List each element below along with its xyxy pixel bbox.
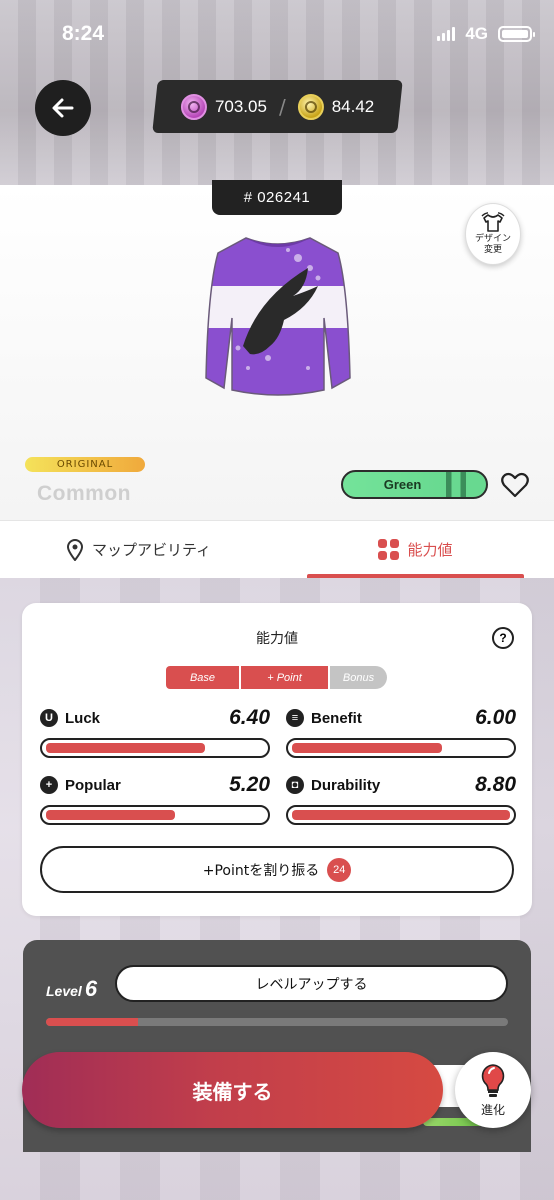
rarity-label: Common: [37, 482, 131, 505]
stat-mode-selector: Base + Point Bonus: [166, 666, 387, 689]
stat-luck-bar: [40, 738, 270, 758]
tab-stats[interactable]: 能力値: [277, 521, 554, 578]
tab-map-ability-label: マップアビリティ: [91, 541, 212, 559]
segment-base[interactable]: Base: [166, 666, 239, 689]
stat-popular-bar: [40, 805, 270, 825]
assign-points-label: +Pointを割り振る: [202, 862, 320, 879]
stat-luck: U Luck 6.40: [40, 705, 270, 758]
luck-icon: U: [40, 709, 58, 727]
status-indicators: 4G: [437, 24, 535, 44]
stat-durability-bar: [286, 805, 516, 825]
coin-balance: 84.42: [331, 96, 375, 116]
battery-icon: [498, 26, 535, 42]
level-value: 6: [84, 976, 98, 1001]
lightbulb-icon: [481, 1063, 505, 1097]
level-up-button[interactable]: レベルアップする: [115, 965, 508, 1002]
stat-benefit: ≡ Benefit 6.00: [286, 705, 516, 758]
stat-popular-value: 5.20: [229, 773, 270, 796]
evolve-button[interactable]: 進化: [455, 1052, 531, 1128]
level-label: Level: [46, 983, 82, 999]
signal-icon: [437, 27, 456, 41]
equip-button[interactable]: 装備する: [22, 1052, 443, 1128]
gold-coin-icon: [297, 93, 324, 120]
stat-benefit-label: Benefit: [311, 709, 362, 727]
shirt-swap-icon: [481, 212, 505, 232]
sweater-image: [205, 237, 351, 396]
durability-icon: ◘: [286, 776, 304, 794]
currency-balance: 703.05 / 84.42: [152, 80, 403, 133]
arrow-left-icon: [52, 98, 74, 118]
original-badge: ORIGINAL: [25, 457, 145, 472]
color-type-chip: Green: [341, 470, 488, 499]
level-indicator: Level 6: [46, 976, 97, 1002]
stat-popular: + Popular 5.20: [40, 772, 270, 825]
benefit-icon: ≡: [286, 709, 304, 727]
gem-balance: 703.05: [214, 96, 267, 116]
stat-luck-value: 6.40: [229, 706, 270, 729]
tab-stats-label: 能力値: [407, 541, 453, 559]
stats-card: 能力値 ? Base + Point Bonus U Luck 6.40 ≡ Ben…: [22, 603, 532, 916]
points-count-badge: 24: [327, 857, 352, 882]
back-button[interactable]: [35, 80, 91, 136]
assign-points-button[interactable]: +Pointを割り振る 24: [40, 846, 514, 893]
heart-icon[interactable]: [501, 472, 529, 498]
currency-divider: /: [278, 94, 286, 119]
design-change-button[interactable]: デザイン 変更: [465, 203, 521, 265]
tab-bar: マップアビリティ 能力値: [0, 520, 554, 578]
stat-durability: ◘ Durability 8.80: [286, 772, 516, 825]
stat-benefit-bar: [286, 738, 516, 758]
gem-token-icon: [180, 93, 207, 120]
stat-luck-label: Luck: [65, 709, 101, 727]
stats-card-title: 能力値: [256, 631, 298, 647]
evolve-label: 進化: [480, 1102, 505, 1117]
grid-icon: [378, 539, 400, 560]
status-time: 8:24: [62, 22, 105, 45]
map-pin-icon: [66, 538, 83, 561]
item-id: # 026241: [212, 180, 342, 215]
stat-durability-value: 8.80: [475, 773, 516, 796]
segment-point[interactable]: + Point: [241, 666, 328, 689]
stat-durability-label: Durability: [311, 776, 381, 794]
help-icon[interactable]: ?: [492, 627, 514, 649]
level-progress-bar: [46, 1018, 508, 1026]
stat-popular-label: Popular: [65, 776, 121, 794]
network-type: 4G: [465, 24, 488, 43]
stat-benefit-value: 6.00: [475, 706, 516, 729]
popular-icon: +: [40, 776, 58, 794]
design-change-label: デザイン 変更: [474, 234, 511, 255]
segment-bonus[interactable]: Bonus: [330, 666, 387, 689]
tab-map-ability[interactable]: マップアビリティ: [0, 521, 277, 578]
